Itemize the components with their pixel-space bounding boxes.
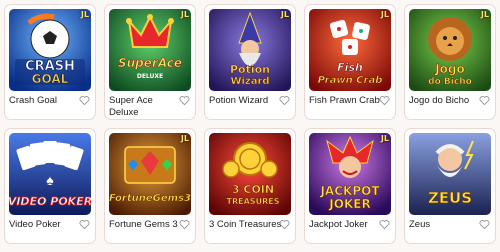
game-thumbnail[interactable]: Jogo do Bicho JL <box>409 9 491 91</box>
game-card-super-ace-deluxe[interactable]: SuperAce DELUXE JL Super Ace Deluxe <box>104 4 196 120</box>
heart-outline-icon[interactable] <box>179 95 190 106</box>
game-card-3-coin-treasures[interactable]: 3 COIN TREASURES 3 Coin Treasures <box>204 128 296 244</box>
game-thumbnail[interactable]: Potion Wizard JL <box>209 9 291 91</box>
game-card-potion-wizard[interactable]: Potion Wizard JL Potion Wizard <box>204 4 296 120</box>
game-title[interactable]: Jogo do Bicho <box>409 95 469 107</box>
provider-badge: JL <box>280 10 289 19</box>
provider-badge: JL <box>180 10 189 19</box>
heart-outline-icon[interactable] <box>379 95 390 106</box>
art-text-line2: TREASURES <box>227 197 280 206</box>
heart-outline-icon[interactable] <box>379 219 390 230</box>
art-text-line1: 3 COIN <box>232 183 274 196</box>
art-text-line1: ZEUS <box>428 189 472 207</box>
game-card-fish-prawn-crab[interactable]: Fish Prawn Crab JL Fish Prawn Crab <box>304 4 396 120</box>
game-card-jackpot-joker[interactable]: JACKPOT JOKER JL Jackpot Joker <box>304 128 396 244</box>
game-grid: CRASH GOAL JL Crash Goal SuperAce DELUXE… <box>0 0 500 252</box>
game-thumbnail[interactable]: 3 COIN TREASURES <box>209 133 291 215</box>
heart-outline-icon[interactable] <box>79 95 90 106</box>
game-title-line2[interactable]: Deluxe <box>109 107 139 119</box>
art-text-line1: SuperAce <box>118 56 182 70</box>
game-title[interactable]: Crash Goal <box>9 95 57 107</box>
game-title[interactable]: Fortune Gems 3 <box>109 219 178 231</box>
game-thumbnail[interactable]: ZEUS <box>409 133 491 215</box>
heart-outline-icon[interactable] <box>79 219 90 230</box>
game-title[interactable]: Video Poker <box>9 219 61 231</box>
art-text-line2: Prawn Crab <box>318 75 383 86</box>
game-title[interactable]: 3 Coin Treasures <box>209 219 281 231</box>
heart-outline-icon[interactable] <box>479 219 490 230</box>
art-text-line1: FortuneGems3 <box>109 193 191 204</box>
game-card-crash-goal[interactable]: CRASH GOAL JL Crash Goal <box>4 4 96 120</box>
game-thumbnail[interactable]: CRASH GOAL JL <box>9 9 91 91</box>
art-text-line1: VIDEO POKER <box>9 195 91 208</box>
heart-outline-icon[interactable] <box>479 95 490 106</box>
art-text-line2: do Bicho <box>428 77 472 87</box>
provider-badge: JL <box>80 10 89 19</box>
heart-outline-icon[interactable] <box>279 219 290 230</box>
game-card-fortune-gems-3[interactable]: FortuneGems3 JL Fortune Gems 3 <box>104 128 196 244</box>
game-thumbnail[interactable]: ♠ VIDEO POKER <box>9 133 91 215</box>
game-thumbnail[interactable]: Fish Prawn Crab JL <box>309 9 391 91</box>
game-card-jogo-do-bicho[interactable]: Jogo do Bicho JL Jogo do Bicho <box>404 4 496 120</box>
game-title[interactable]: Zeus <box>409 219 430 231</box>
game-thumbnail[interactable]: SuperAce DELUXE JL <box>109 9 191 91</box>
art-text-line2: JOKER <box>328 197 370 211</box>
provider-badge: JL <box>480 10 489 19</box>
game-card-zeus[interactable]: ZEUS Zeus <box>404 128 496 244</box>
art-text-line2: GOAL <box>32 72 69 86</box>
game-title-line1[interactable]: Super Ace <box>109 95 153 107</box>
game-title[interactable]: Potion Wizard <box>209 95 268 107</box>
heart-outline-icon[interactable] <box>279 95 290 106</box>
art-text-line1: Fish <box>337 61 363 74</box>
art-text-line2: DELUXE <box>137 73 163 80</box>
art-text-line2: Wizard <box>230 76 269 87</box>
provider-badge: JL <box>180 134 189 143</box>
art-text-line1: Potion <box>230 63 270 76</box>
provider-badge: JL <box>380 134 389 143</box>
svg-text:♠: ♠ <box>46 172 54 188</box>
art-text-line1: Jogo <box>434 62 465 76</box>
game-thumbnail[interactable]: FortuneGems3 JL <box>109 133 191 215</box>
game-thumbnail[interactable]: JACKPOT JOKER JL <box>309 133 391 215</box>
provider-badge: JL <box>380 10 389 19</box>
game-title[interactable]: Jackpot Joker <box>309 219 368 231</box>
game-card-video-poker[interactable]: ♠ VIDEO POKER Video Poker <box>4 128 96 244</box>
art-text-line1: JACKPOT <box>319 184 380 198</box>
heart-outline-icon[interactable] <box>179 219 190 230</box>
game-title[interactable]: Fish Prawn Crab <box>309 95 380 107</box>
